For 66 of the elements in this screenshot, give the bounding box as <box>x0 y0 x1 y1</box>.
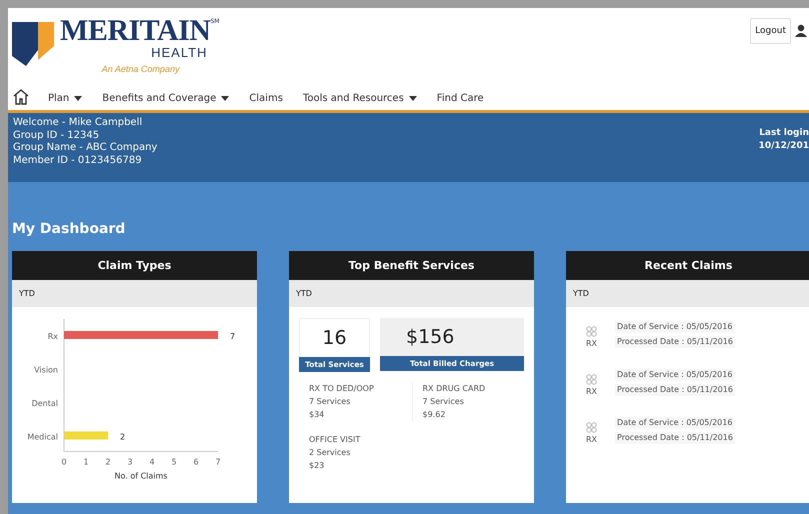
tick-label: 0 <box>61 458 67 466</box>
member-info: Group ID - 12345 <box>13 130 100 142</box>
processed-date: Processed Date : 05/11/2016 <box>615 432 735 444</box>
total-charges-value: $156 <box>380 318 524 356</box>
brand-tagline: An Aetna Company <box>102 64 180 74</box>
service-date: Date of Service : 05/05/2016 <box>615 369 735 381</box>
shield-icon <box>12 20 54 68</box>
caret-icon <box>74 96 82 100</box>
value-label: 7 <box>230 332 236 341</box>
tick-label: 7 <box>215 458 221 466</box>
card-title: Recent Claims <box>566 251 809 280</box>
service-count: 2 Services <box>309 447 352 459</box>
dashboard-title: My Dashboard <box>12 220 126 238</box>
card-title: Claim Types <box>12 251 257 280</box>
member-info: Welcome - Mike Campbell <box>13 117 144 130</box>
service-date: Date of Service : 05/05/2016 <box>615 417 735 429</box>
service-amount: $9.62 <box>422 409 446 421</box>
service-count: 7 Services <box>309 396 352 408</box>
member-info: Member ID - 0123456789 <box>13 154 143 167</box>
tick-label: 1 <box>83 458 89 466</box>
nav-link[interactable]: Find Care <box>436 92 484 104</box>
grid-icon <box>586 326 598 337</box>
category-label: Medical <box>27 432 58 442</box>
axis-title: No. of Claims <box>114 472 168 480</box>
service-name: RX DRUG CARD <box>422 383 486 395</box>
caret-icon <box>221 96 230 100</box>
service-name: OFFICE VISIT <box>309 434 362 446</box>
brand-subname: HEALTH <box>151 46 208 60</box>
service-count: 7 Services <box>422 396 465 408</box>
bar <box>64 432 108 440</box>
caret-icon <box>408 96 417 100</box>
category-label: Dental <box>32 399 58 408</box>
processed-date: Processed Date : 05/11/2016 <box>615 384 735 396</box>
nav-link[interactable]: Plan <box>48 92 82 104</box>
nav-link[interactable]: Tools and Resources <box>302 92 417 104</box>
tick-label: 2 <box>105 458 111 466</box>
claim-type: RX <box>586 339 598 348</box>
grid-icon <box>586 374 598 385</box>
tick-label: 5 <box>171 458 177 466</box>
nav-link[interactable]: Benefits and Coverage <box>102 92 230 104</box>
claim-type: RX <box>586 387 598 396</box>
tick-label: 6 <box>193 458 199 466</box>
grid-icon <box>586 422 598 433</box>
home-icon[interactable] <box>12 88 30 104</box>
category-label: Rx <box>48 332 58 341</box>
period-bar: YTD <box>289 280 534 307</box>
period-bar: YTD <box>12 280 257 307</box>
service-name: RX TO DED/OOP <box>309 383 375 395</box>
service-amount: $34 <box>309 409 326 421</box>
last-login-label: Last login <box>758 127 809 140</box>
tick-label: 4 <box>149 458 155 466</box>
tick-label: 3 <box>127 458 133 466</box>
brand-name: MERITAIN <box>60 16 210 46</box>
nav-link[interactable]: Claims <box>249 92 283 104</box>
value-label: 2 <box>120 432 126 442</box>
claim-type: RX <box>586 435 598 444</box>
processed-date: Processed Date : 05/11/2016 <box>615 336 735 348</box>
last-login-date: 10/12/201 <box>758 140 809 152</box>
service-date: Date of Service : 05/05/2016 <box>615 321 735 333</box>
member-info: Group Name - ABC Company <box>13 142 158 154</box>
logout-button[interactable]: Logout <box>750 18 791 44</box>
card-title: Top Benefit Services <box>289 251 534 280</box>
user-icon[interactable] <box>795 24 807 38</box>
category-label: Vision <box>34 366 58 374</box>
period-bar: YTD <box>566 280 809 307</box>
service-amount: $23 <box>309 460 326 472</box>
